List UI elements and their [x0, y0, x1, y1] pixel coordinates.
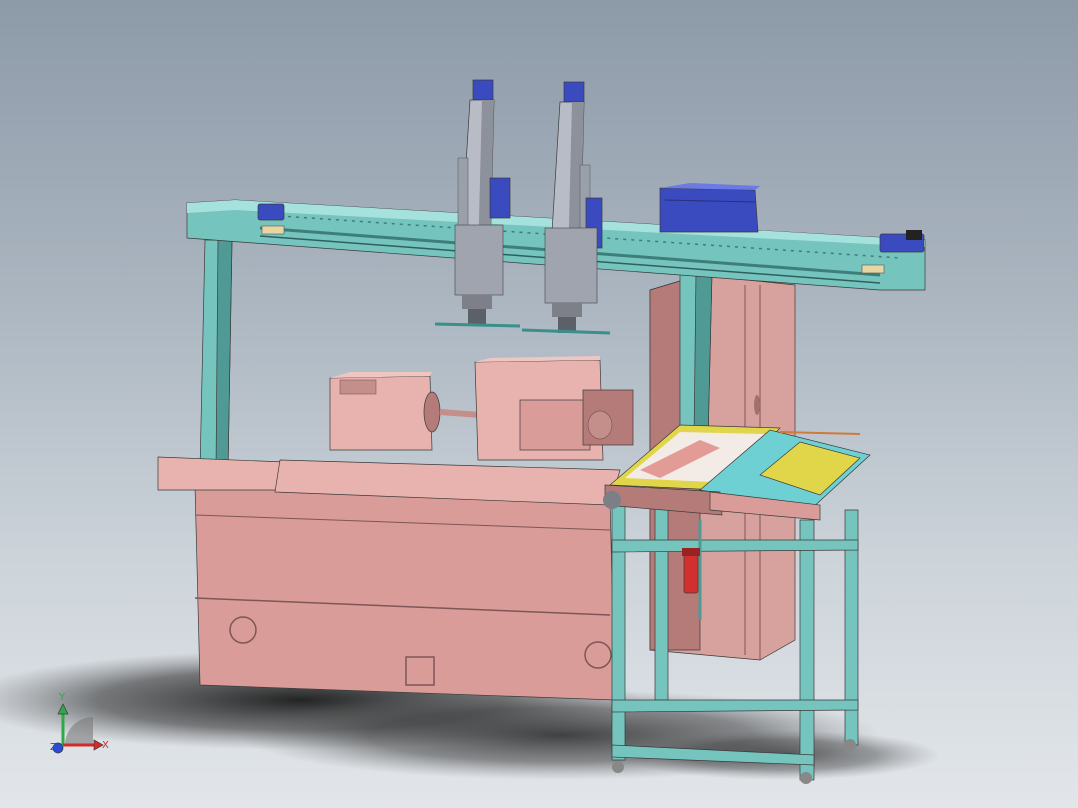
gantry-leg-left[interactable] — [199, 239, 233, 471]
end-cap-right — [879, 230, 925, 253]
vertical-actuator-1[interactable] — [434, 79, 521, 328]
lathe-base[interactable] — [157, 456, 621, 701]
vertical-actuator-2[interactable] — [521, 81, 611, 335]
conveyor-tray[interactable] — [603, 424, 871, 521]
cad-viewport[interactable]: Y X Z — [0, 0, 1078, 808]
servo-motor-housing[interactable] — [659, 183, 760, 233]
gantry-leg-right[interactable] — [679, 269, 713, 441]
lathe-tailstock[interactable] — [474, 356, 634, 461]
triad-y-label: Y — [58, 692, 66, 703]
air-regulator[interactable] — [682, 548, 700, 594]
triad-z-label: Z — [50, 742, 57, 753]
cad-model-view[interactable]: Y X Z — [0, 0, 1078, 808]
triad-x-label: X — [102, 740, 109, 751]
end-cap-left — [257, 203, 285, 221]
